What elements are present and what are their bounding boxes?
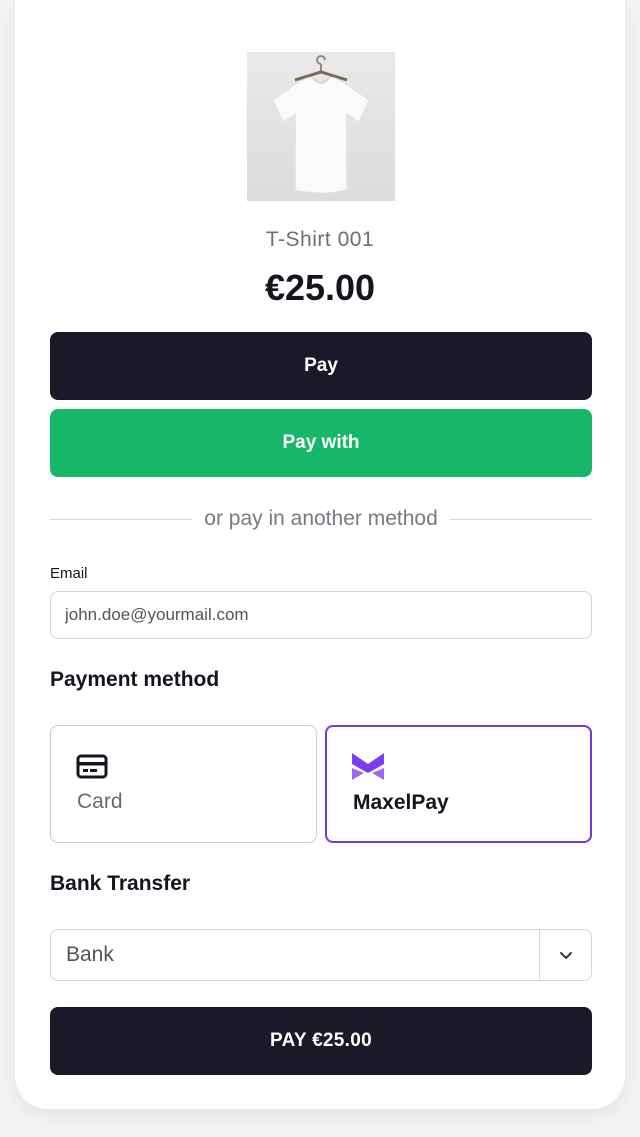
email-input[interactable]: [50, 591, 592, 639]
pay-total-button[interactable]: PAY €25.00: [50, 1007, 592, 1075]
payment-method-title: Payment method: [50, 668, 220, 691]
product-image: [247, 52, 395, 201]
product-price: €25.00: [264, 267, 376, 308]
divider-text: or pay in another method: [204, 507, 438, 530]
payment-option-card[interactable]: Card: [50, 725, 317, 843]
payment-option-card-label: Card: [77, 790, 123, 813]
maxelpay-logo-icon: [352, 753, 384, 781]
payment-option-maxelpay[interactable]: MaxelPay: [325, 725, 592, 843]
bank-transfer-title: Bank Transfer: [50, 872, 191, 895]
email-label: Email: [50, 565, 88, 582]
chevron-down-icon[interactable]: [558, 947, 574, 963]
bank-select[interactable]: Bank: [50, 929, 592, 981]
divider-line-right: [449, 518, 593, 520]
product-name: T-Shirt 001: [265, 228, 375, 251]
credit-card-icon: [76, 752, 108, 780]
pay-button[interactable]: Pay: [50, 332, 592, 400]
pay-with-button[interactable]: Pay with: [50, 409, 592, 477]
payment-option-maxelpay-label: MaxelPay: [353, 791, 449, 814]
bank-select-separator: [538, 930, 540, 979]
bank-select-value: Bank: [66, 943, 114, 966]
divider-line-left: [50, 518, 193, 520]
alternative-method-divider: or pay in another method: [50, 504, 593, 534]
